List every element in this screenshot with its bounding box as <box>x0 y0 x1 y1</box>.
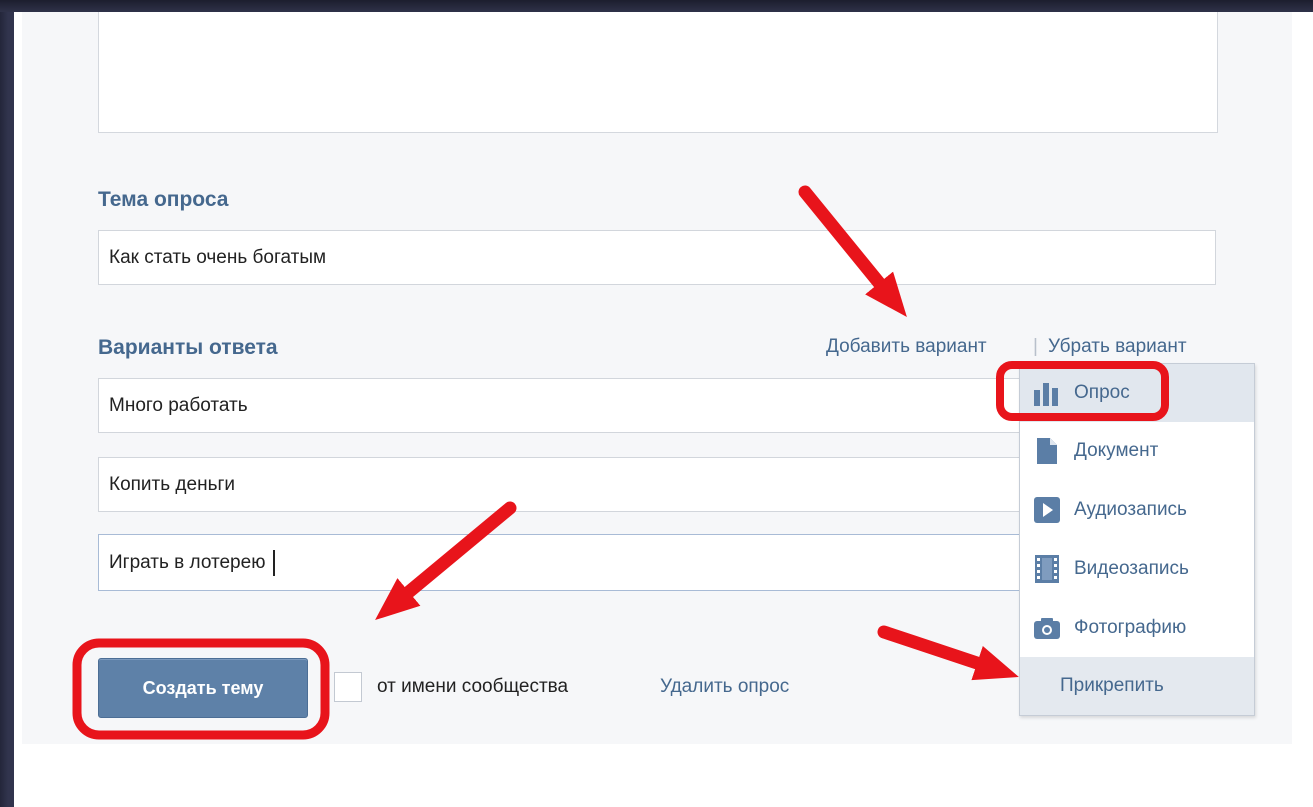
on-behalf-checkbox[interactable] <box>334 672 362 702</box>
attach-menu-item-photo[interactable]: Фотографию <box>1020 599 1254 657</box>
attach-menu-label-audio: Аудиозапись <box>1074 499 1187 520</box>
audio-icon <box>1032 495 1062 525</box>
page: Тема опроса Как стать очень богатым Вари… <box>14 12 1313 807</box>
attach-menu-label-poll: Опрос <box>1074 382 1130 403</box>
attach-menu-label-video: Видеозапись <box>1074 558 1189 579</box>
video-icon <box>1032 554 1062 584</box>
attach-menu-label-document: Документ <box>1074 440 1159 461</box>
attach-menu-item-poll[interactable]: Опрос <box>1020 364 1254 422</box>
poll-topic-label: Тема опроса <box>98 188 229 211</box>
photo-icon <box>1032 613 1062 643</box>
create-topic-button[interactable]: Создать тему <box>98 658 308 718</box>
attach-menu: Опрос Документ Аудиозапись Видеозапись Ф… <box>1019 363 1255 716</box>
link-separator: | <box>1033 336 1038 357</box>
answer-option-3-value: Играть в лотерею <box>109 551 266 573</box>
poll-topic-value: Как стать очень богатым <box>109 246 327 268</box>
topic-form-panel: Тема опроса Как стать очень богатым Вари… <box>22 12 1292 744</box>
topic-text-area[interactable] <box>98 12 1218 133</box>
attach-menu-item-video[interactable]: Видеозапись <box>1020 540 1254 598</box>
text-caret <box>273 549 276 576</box>
on-behalf-label: от имени сообщества <box>377 676 569 697</box>
document-icon <box>1032 436 1062 466</box>
attach-button[interactable]: Прикрепить <box>1020 657 1254 715</box>
add-option-link[interactable]: Добавить вариант <box>826 336 987 358</box>
poll-icon <box>1032 378 1062 408</box>
answer-option-2-value: Копить деньги <box>109 473 236 495</box>
attach-menu-item-document[interactable]: Документ <box>1020 422 1254 480</box>
answer-option-1-value: Много работать <box>109 394 248 416</box>
attach-menu-label-photo: Фотографию <box>1074 617 1187 638</box>
poll-topic-input[interactable]: Как стать очень богатым <box>98 230 1216 285</box>
answers-label: Варианты ответа <box>98 336 278 359</box>
attach-menu-item-audio[interactable]: Аудиозапись <box>1020 481 1254 539</box>
slide-background: Тема опроса Как стать очень богатым Вари… <box>0 0 1313 807</box>
remove-option-link[interactable]: Убрать вариант <box>1048 336 1187 358</box>
delete-poll-link[interactable]: Удалить опрос <box>660 676 789 698</box>
